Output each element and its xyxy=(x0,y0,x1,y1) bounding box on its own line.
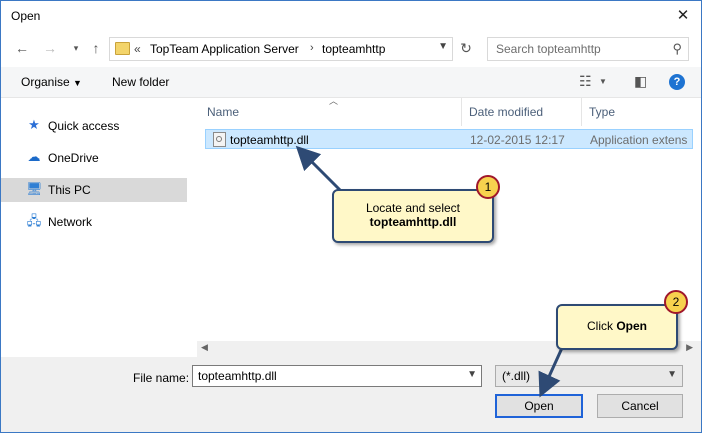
column-divider[interactable] xyxy=(461,98,462,126)
command-toolbar: Organise ▼ New folder ☷ ▼ ◧ ? xyxy=(1,67,701,98)
navigation-pane: ★ Quick access ☁ OneDrive 🖥 This PC 🖧 Ne… xyxy=(1,98,187,356)
preview-pane-icon[interactable]: ◧ xyxy=(634,73,647,90)
dll-file-icon xyxy=(213,132,226,147)
chevron-down-icon: ▼ xyxy=(73,78,82,88)
callout-1-line1: Locate and select xyxy=(365,201,461,215)
cloud-icon: ☁ xyxy=(27,149,41,164)
chevron-down-icon[interactable]: ▼ xyxy=(467,369,477,380)
folder-icon xyxy=(115,42,130,55)
sidebar-item-this-pc[interactable]: 🖥 This PC xyxy=(1,178,187,202)
callout-step-1: Locate and select topteamhttp.dll xyxy=(332,189,494,243)
close-icon[interactable]: ✕ xyxy=(673,6,693,26)
navigation-bar: ← → ▾ ↑ « TopTeam Application Server › t… xyxy=(1,35,701,63)
table-row[interactable]: topteamhttp.dll 12-02-2015 12:17 Applica… xyxy=(205,129,693,149)
callout-2-bold: Open xyxy=(616,319,647,333)
sidebar-item-label: Quick access xyxy=(48,119,120,133)
title-bar: Open ✕ xyxy=(1,1,701,31)
file-name-value: topteamhttp.dll xyxy=(198,369,277,383)
organise-button[interactable]: Organise ▼ xyxy=(21,75,82,89)
breadcrumb-topteamhttp[interactable]: topteamhttp xyxy=(322,42,385,56)
scroll-left-icon[interactable]: ◀ xyxy=(201,342,208,353)
computer-icon: 🖥 xyxy=(26,181,43,196)
scroll-right-icon[interactable]: ▶ xyxy=(686,342,693,353)
dialog-footer: File name: topteamhttp.dll ▼ (*.dll) ▼ O… xyxy=(1,357,701,432)
window-title: Open xyxy=(11,9,41,23)
column-divider[interactable] xyxy=(581,98,582,126)
sort-ascending-icon: ︿ xyxy=(329,96,339,106)
network-icon: 🖧 xyxy=(26,213,42,228)
open-button[interactable]: Open xyxy=(495,394,583,418)
sidebar-item-onedrive[interactable]: ☁ OneDrive xyxy=(1,146,187,170)
sidebar-item-quick-access[interactable]: ★ Quick access xyxy=(1,114,187,138)
column-header-date[interactable]: Date modified xyxy=(469,105,543,119)
file-type-select[interactable]: (*.dll) ▼ xyxy=(495,365,683,387)
file-date: 12-02-2015 12:17 xyxy=(470,133,565,147)
address-overflow[interactable]: « xyxy=(134,42,141,56)
sidebar-item-label: OneDrive xyxy=(48,151,99,165)
callout-step-2: Click Open xyxy=(556,304,678,350)
chevron-right-icon[interactable]: › xyxy=(310,42,314,54)
sidebar-item-network[interactable]: 🖧 Network xyxy=(1,210,187,234)
callout-2-prefix: Click xyxy=(586,319,617,333)
refresh-icon[interactable]: ↻ xyxy=(457,40,475,58)
chevron-down-icon[interactable]: ▼ xyxy=(438,41,448,52)
address-bar[interactable]: « TopTeam Application Server › topteamht… xyxy=(109,37,453,61)
column-header-type[interactable]: Type xyxy=(589,105,615,119)
file-name-label: File name: xyxy=(133,371,190,385)
chevron-down-icon[interactable]: ▼ xyxy=(599,77,607,86)
recent-dropdown-icon[interactable]: ▾ xyxy=(67,39,85,57)
file-name: topteamhttp.dll xyxy=(230,133,309,147)
file-type: Application extens xyxy=(590,133,688,147)
file-name-field[interactable]: topteamhttp.dll ▼ xyxy=(192,365,482,387)
help-icon[interactable]: ? xyxy=(669,74,685,90)
search-box[interactable]: Search topteamhttp ⚲ xyxy=(487,37,689,61)
forward-button[interactable]: → xyxy=(41,39,59,57)
callout-1-line2: topteamhttp.dll xyxy=(369,215,457,229)
step-badge-2: 2 xyxy=(664,290,688,314)
cancel-button[interactable]: Cancel xyxy=(597,394,683,418)
search-icon[interactable]: ⚲ xyxy=(672,41,682,57)
search-input[interactable]: Search topteamhttp xyxy=(496,42,601,56)
new-folder-button[interactable]: New folder xyxy=(112,75,169,89)
up-button[interactable]: ↑ xyxy=(87,39,105,57)
sidebar-item-label: Network xyxy=(48,215,93,229)
organise-label: Organise xyxy=(21,75,70,89)
sidebar-item-label: This PC xyxy=(48,183,91,197)
breadcrumb-topteam-server[interactable]: TopTeam Application Server xyxy=(150,42,299,56)
chevron-down-icon: ▼ xyxy=(667,369,677,380)
file-type-value: (*.dll) xyxy=(502,369,531,383)
column-header-name[interactable]: Name xyxy=(207,105,239,119)
view-options-icon[interactable]: ☷ xyxy=(579,73,592,90)
back-button[interactable]: ← xyxy=(13,39,31,57)
star-icon: ★ xyxy=(28,117,40,132)
step-badge-1: 1 xyxy=(476,175,500,199)
